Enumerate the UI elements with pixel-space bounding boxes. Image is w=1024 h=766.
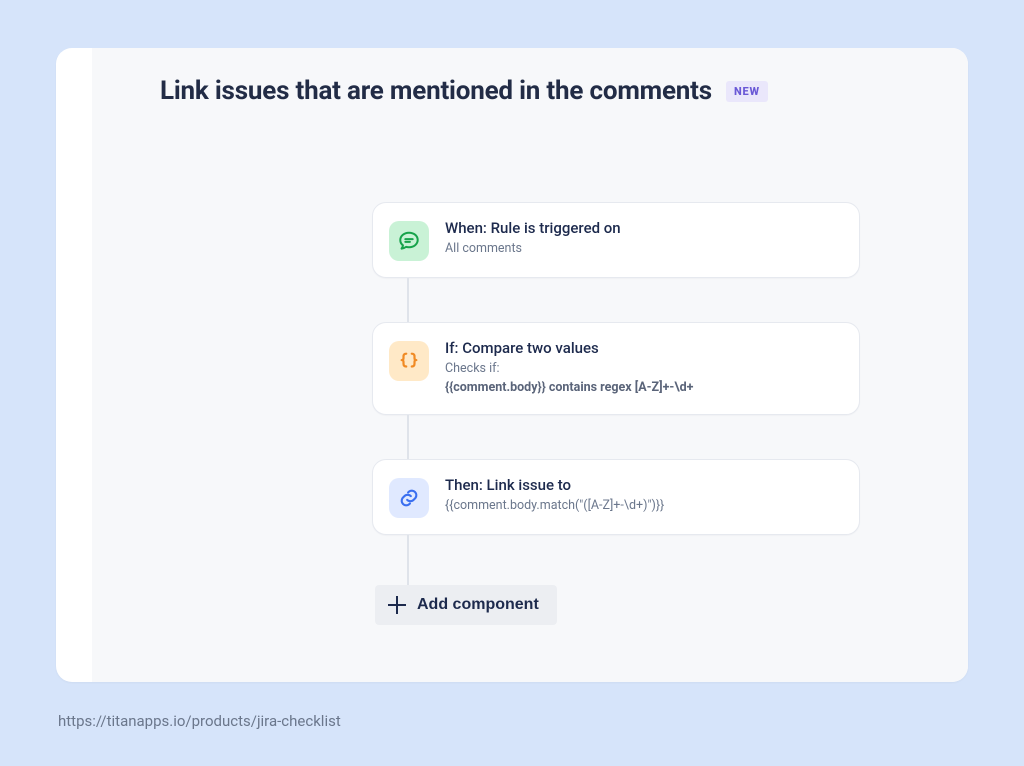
step-subtitle-strong: {{comment.body}} contains regex [A-Z]+-\… bbox=[445, 379, 839, 398]
source-url: https://titanapps.io/products/jira-check… bbox=[58, 712, 341, 730]
step-subtitle-label: Checks if: bbox=[445, 360, 839, 379]
action-step[interactable]: Then: Link issue to {{comment.body.match… bbox=[372, 459, 860, 535]
page-title: Link issues that are mentioned in the co… bbox=[160, 76, 712, 106]
connector bbox=[407, 278, 409, 322]
header-row: Link issues that are mentioned in the co… bbox=[160, 76, 940, 106]
new-badge: NEW bbox=[726, 81, 768, 102]
step-subtitle: All comments bbox=[445, 240, 839, 259]
add-component-button[interactable]: Add component bbox=[375, 585, 557, 625]
step-subtitle: {{comment.body.match("([A-Z]+-\d+)")}} bbox=[445, 497, 839, 516]
connector bbox=[407, 535, 409, 585]
connector bbox=[407, 415, 409, 459]
rule-panel: Link issues that are mentioned in the co… bbox=[92, 48, 968, 682]
step-body: Then: Link issue to {{comment.body.match… bbox=[445, 476, 839, 516]
automation-rule-card: Link issues that are mentioned in the co… bbox=[56, 48, 968, 682]
flow-area: When: Rule is triggered on All comments … bbox=[372, 202, 860, 625]
link-icon bbox=[389, 478, 429, 518]
braces-icon bbox=[389, 341, 429, 381]
trigger-step[interactable]: When: Rule is triggered on All comments bbox=[372, 202, 860, 278]
step-body: When: Rule is triggered on All comments bbox=[445, 219, 839, 259]
step-title: If: Compare two values bbox=[445, 339, 839, 357]
step-title: Then: Link issue to bbox=[445, 476, 839, 494]
step-title: When: Rule is triggered on bbox=[445, 219, 839, 237]
comment-icon bbox=[389, 221, 429, 261]
plus-icon bbox=[387, 595, 407, 615]
add-button-label: Add component bbox=[417, 596, 539, 614]
condition-step[interactable]: If: Compare two values Checks if: {{comm… bbox=[372, 322, 860, 415]
step-body: If: Compare two values Checks if: {{comm… bbox=[445, 339, 839, 398]
